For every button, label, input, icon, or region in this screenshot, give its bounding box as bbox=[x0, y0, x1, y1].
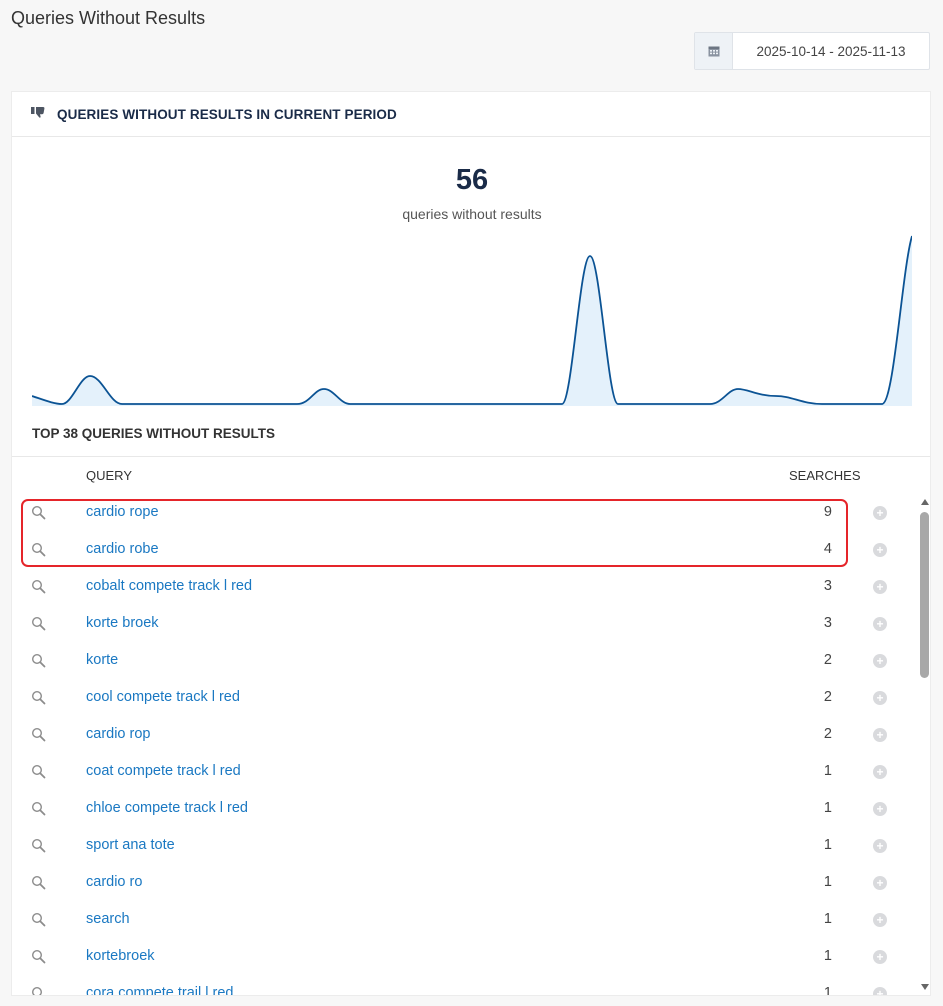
page-title: Queries Without Results bbox=[11, 8, 206, 28]
date-range-picker[interactable]: 2025-10-14 - 2025-11-13 bbox=[694, 32, 930, 70]
add-icon[interactable]: + bbox=[873, 543, 887, 557]
table-row: coat compete track l red 1 + bbox=[12, 753, 912, 790]
query-link[interactable]: sport ana tote bbox=[86, 837, 175, 853]
search-icon[interactable] bbox=[31, 764, 46, 784]
add-icon[interactable]: + bbox=[873, 839, 887, 853]
queries-table-body: cardio rope 9 + cardio robe 4 + cobalt compete… bbox=[12, 494, 912, 996]
query-link[interactable]: cardio robe bbox=[86, 541, 159, 557]
add-icon[interactable]: + bbox=[873, 654, 887, 668]
search-icon[interactable] bbox=[31, 542, 46, 562]
search-count: 1 bbox=[823, 911, 832, 927]
add-icon[interactable]: + bbox=[873, 950, 887, 964]
table-row: cardio rope 9 + bbox=[12, 494, 912, 531]
table-row: korte broek 3 + bbox=[12, 605, 912, 642]
sparkline-chart bbox=[32, 235, 912, 406]
sparkline-area bbox=[32, 236, 912, 406]
scroll-down-arrow-icon[interactable] bbox=[921, 984, 929, 990]
total-count: 56 bbox=[455, 164, 489, 196]
search-icon[interactable] bbox=[31, 875, 46, 895]
add-icon[interactable]: + bbox=[873, 913, 887, 927]
sparkline-line bbox=[32, 235, 912, 405]
scrollbar[interactable] bbox=[918, 494, 930, 994]
add-icon[interactable]: + bbox=[873, 802, 887, 816]
table-row: chloe compete track l red 1 + bbox=[12, 790, 912, 827]
search-icon[interactable] bbox=[31, 505, 46, 525]
search-icon[interactable] bbox=[31, 616, 46, 636]
add-icon[interactable]: + bbox=[873, 765, 887, 779]
search-count: 3 bbox=[823, 578, 832, 594]
search-icon[interactable] bbox=[31, 579, 46, 599]
table-row: korte 2 + bbox=[12, 642, 912, 679]
thumbs-down-icon bbox=[31, 105, 47, 123]
table-row: search 1 + bbox=[12, 901, 912, 938]
search-icon[interactable] bbox=[31, 690, 46, 710]
table-row: cardio robe 4 + bbox=[12, 531, 912, 568]
search-count: 9 bbox=[823, 504, 832, 520]
column-header-searches[interactable]: SEARCHES bbox=[789, 468, 861, 483]
query-link[interactable]: coat compete track l red bbox=[86, 763, 241, 779]
table-row: cardio rop 2 + bbox=[12, 716, 912, 753]
query-link[interactable]: cora compete trail l red bbox=[86, 985, 233, 995]
column-header-query[interactable]: QUERY bbox=[86, 468, 132, 483]
search-icon[interactable] bbox=[31, 838, 46, 858]
query-link[interactable]: cardio rope bbox=[86, 504, 159, 520]
search-count: 3 bbox=[823, 615, 832, 631]
search-count: 2 bbox=[823, 652, 832, 668]
search-icon[interactable] bbox=[31, 727, 46, 747]
search-icon[interactable] bbox=[31, 912, 46, 932]
search-count: 1 bbox=[823, 763, 832, 779]
search-count: 1 bbox=[823, 948, 832, 964]
add-icon[interactable]: + bbox=[873, 617, 887, 631]
add-icon[interactable]: + bbox=[873, 691, 887, 705]
date-range-value[interactable]: 2025-10-14 - 2025-11-13 bbox=[733, 33, 929, 69]
panel-title: QUERIES WITHOUT RESULTS IN CURRENT PERIO… bbox=[57, 106, 397, 122]
search-count: 1 bbox=[823, 800, 832, 816]
query-link[interactable]: search bbox=[86, 911, 130, 927]
query-link[interactable]: cardio ro bbox=[86, 874, 142, 890]
search-icon[interactable] bbox=[31, 986, 46, 995]
search-count: 4 bbox=[823, 541, 832, 557]
table-row: kortebroek 1 + bbox=[12, 938, 912, 975]
search-count: 2 bbox=[823, 689, 832, 705]
search-icon[interactable] bbox=[31, 801, 46, 821]
add-icon[interactable]: + bbox=[873, 876, 887, 890]
add-icon[interactable]: + bbox=[873, 987, 887, 995]
search-icon[interactable] bbox=[31, 653, 46, 673]
search-count: 2 bbox=[823, 726, 832, 742]
queries-without-results-panel: QUERIES WITHOUT RESULTS IN CURRENT PERIO… bbox=[11, 91, 931, 996]
search-count: 1 bbox=[823, 985, 832, 996]
query-link[interactable]: cardio rop bbox=[86, 726, 150, 742]
query-link[interactable]: cool compete track l red bbox=[86, 689, 240, 705]
query-link[interactable]: cobalt compete track l red bbox=[86, 578, 252, 594]
table-row: cardio ro 1 + bbox=[12, 864, 912, 901]
add-icon[interactable]: + bbox=[873, 506, 887, 520]
query-link[interactable]: kortebroek bbox=[86, 948, 155, 964]
search-icon[interactable] bbox=[31, 949, 46, 969]
total-count-label: queries without results bbox=[402, 206, 542, 222]
search-count: 1 bbox=[823, 837, 832, 853]
divider bbox=[12, 456, 930, 457]
search-count: 1 bbox=[823, 874, 832, 890]
query-link[interactable]: chloe compete track l red bbox=[86, 800, 248, 816]
table-row: sport ana tote 1 + bbox=[12, 827, 912, 864]
panel-header: QUERIES WITHOUT RESULTS IN CURRENT PERIO… bbox=[12, 92, 930, 137]
query-link[interactable]: korte broek bbox=[86, 615, 159, 631]
table-row: cora compete trail l red 1 + bbox=[12, 975, 912, 996]
calendar-icon[interactable] bbox=[695, 33, 733, 69]
top-queries-title: TOP 38 QUERIES WITHOUT RESULTS bbox=[32, 426, 276, 441]
add-icon[interactable]: + bbox=[873, 728, 887, 742]
scrollbar-thumb[interactable] bbox=[920, 512, 929, 678]
query-link[interactable]: korte bbox=[86, 652, 118, 668]
scroll-up-arrow-icon[interactable] bbox=[921, 499, 929, 505]
table-row: cool compete track l red 2 + bbox=[12, 679, 912, 716]
table-row: cobalt compete track l red 3 + bbox=[12, 568, 912, 605]
add-icon[interactable]: + bbox=[873, 580, 887, 594]
